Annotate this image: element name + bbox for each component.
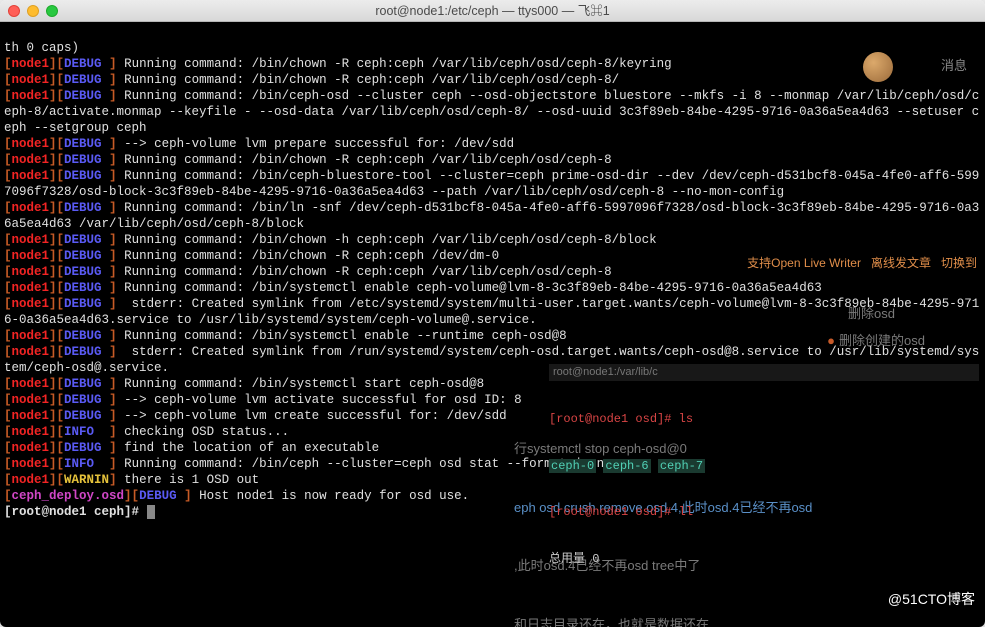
maximize-icon[interactable] <box>46 5 58 17</box>
window-controls <box>8 5 58 17</box>
ghost-tabs: 支持Open Live Writer离线发文章切换到 <box>747 256 977 271</box>
minimize-icon[interactable] <box>27 5 39 17</box>
window-title: root@node1:/etc/ceph — ttys000 — 飞⌘1 <box>8 3 977 19</box>
ghost-terminal: root@node1:/var/lib/c [root@node1 osd]# … <box>549 333 979 599</box>
terminal-output[interactable]: th 0 caps) [node1][DEBUG ] Running comma… <box>0 22 985 627</box>
log-line: th 0 caps) <box>4 41 79 55</box>
cursor-icon <box>147 505 155 519</box>
terminal-window: root@node1:/etc/ceph — ttys000 — 飞⌘1 th … <box>0 0 985 627</box>
globe-icon <box>863 52 893 82</box>
close-icon[interactable] <box>8 5 20 17</box>
watermark: @51CTO博客 <box>888 591 975 609</box>
shell-prompt[interactable]: [root@node1 ceph]# <box>4 505 147 519</box>
ghost-msg: 消息 <box>941 58 967 75</box>
titlebar: root@node1:/etc/ceph — ttys000 — 飞⌘1 <box>0 0 985 22</box>
